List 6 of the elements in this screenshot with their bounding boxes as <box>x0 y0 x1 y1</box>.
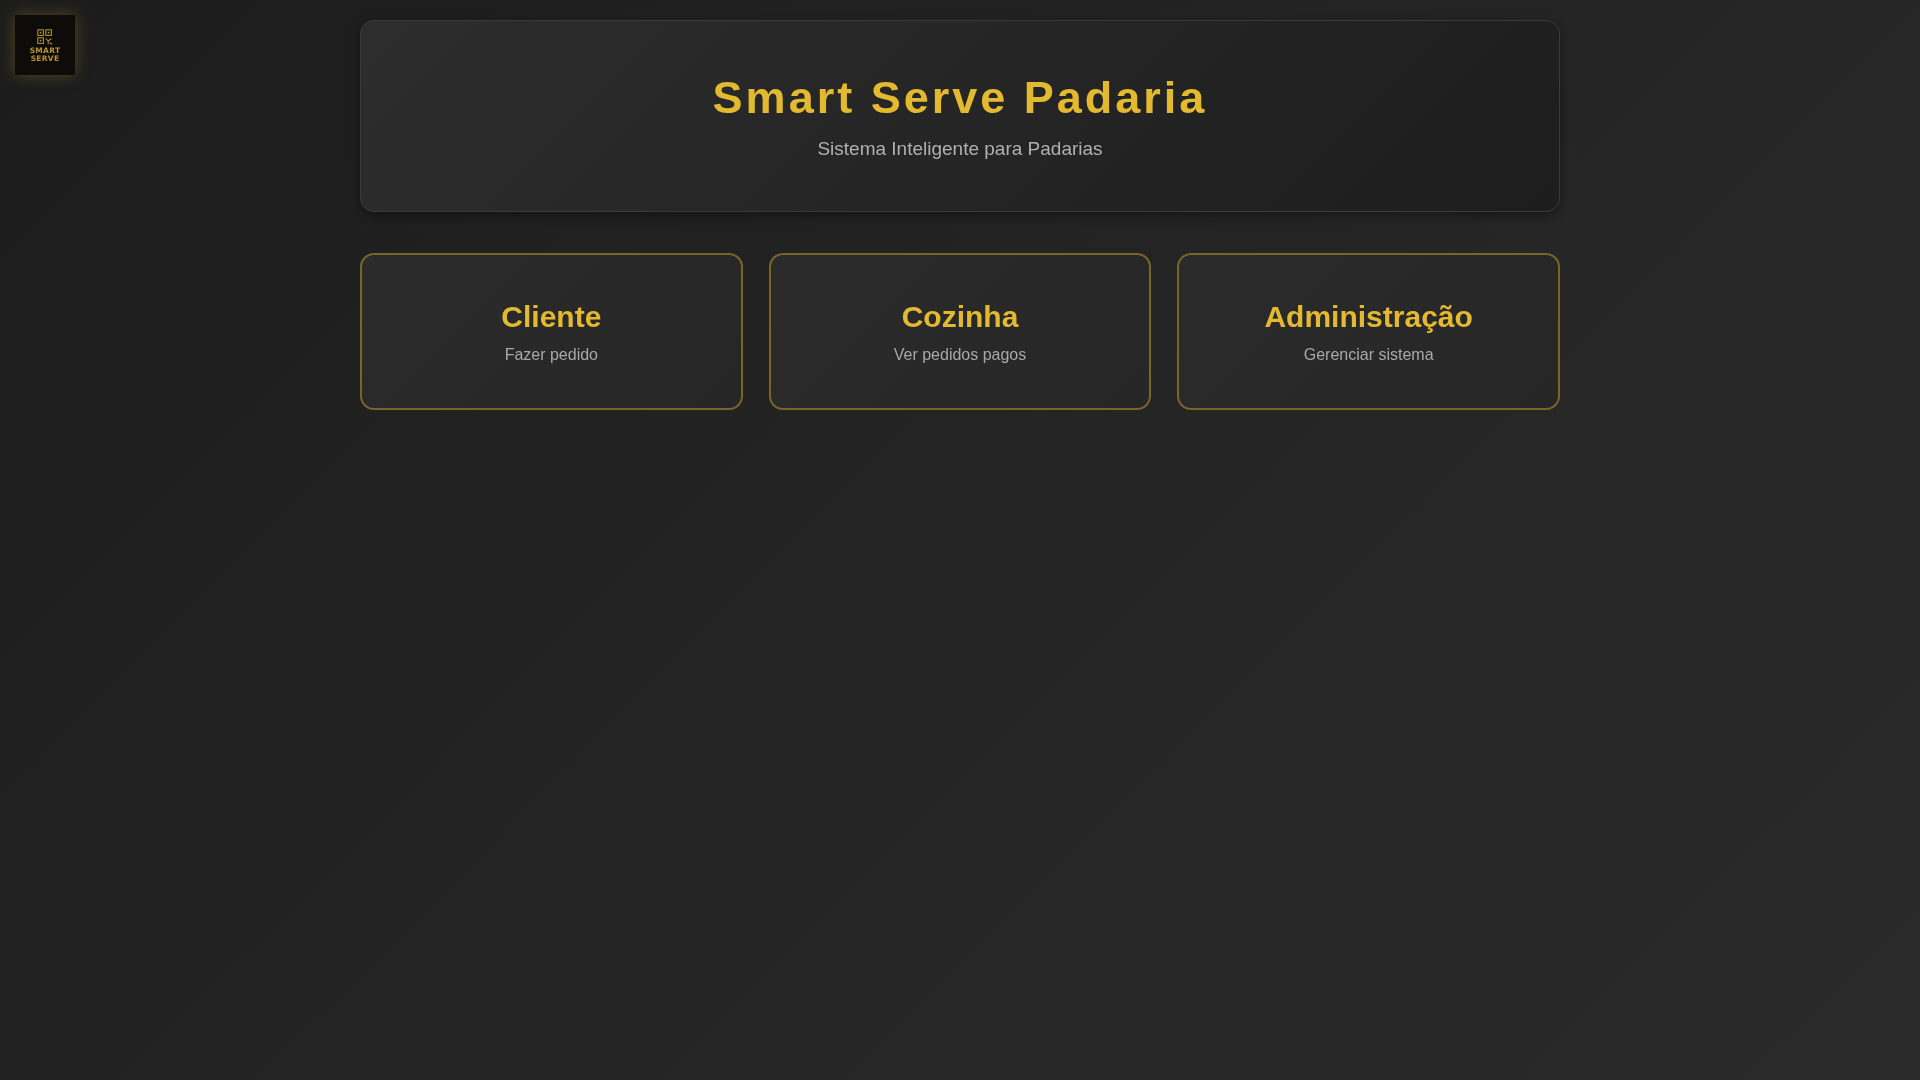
app-title: Smart Serve Padaria <box>712 72 1208 124</box>
app-subtitle: Sistema Inteligente para Padarias <box>817 138 1103 160</box>
menu-card[interactable]: Cozinha Ver pedidos pagos <box>768 253 1152 410</box>
menu-card[interactable]: Cliente Fazer pedido <box>360 253 743 410</box>
qr-code-icon <box>37 29 53 45</box>
menu-card[interactable]: Administração Gerenciar sistema <box>1177 253 1560 410</box>
